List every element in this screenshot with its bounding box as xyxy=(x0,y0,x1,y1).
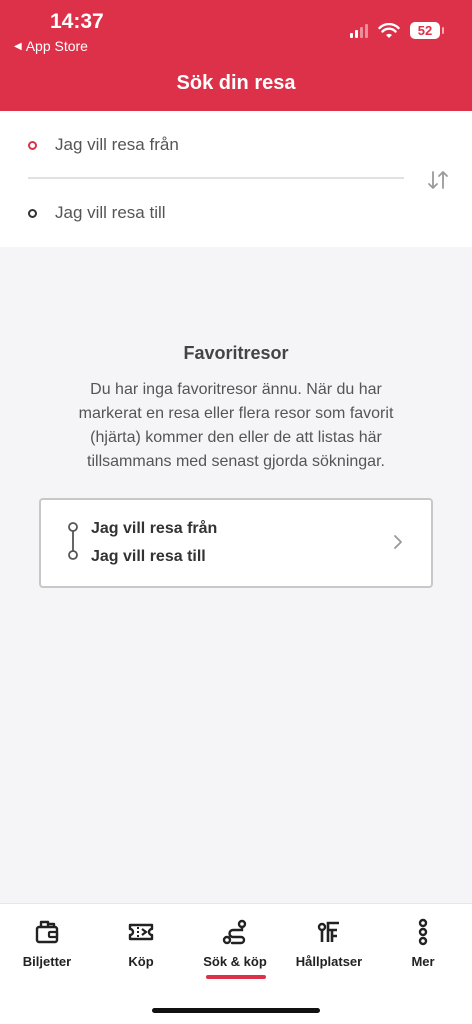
wallet-icon xyxy=(35,920,59,944)
back-arrow-icon: ◀ xyxy=(14,40,22,52)
route-line-icon xyxy=(68,522,78,560)
to-field[interactable]: Jag vill resa till xyxy=(28,203,166,223)
back-to-app-store[interactable]: ◀ App Store xyxy=(14,38,88,54)
status-indicators: 52 xyxy=(350,22,444,39)
origin-dot-icon xyxy=(28,140,37,150)
tab-bar: Biljetter Köp Sök & köp Hållplatser Mer xyxy=(0,903,472,1024)
tab-kop[interactable]: Köp xyxy=(94,918,188,969)
signal-icon xyxy=(350,23,368,38)
favorites-title: Favoritresor xyxy=(183,343,289,363)
back-app-label: App Store xyxy=(25,38,88,54)
from-placeholder: Jag vill resa från xyxy=(55,135,179,154)
from-field[interactable]: Jag vill resa från xyxy=(28,135,179,155)
tab-hallplatser[interactable]: Hållplatser xyxy=(282,918,376,969)
card-to-label: Jag vill resa till xyxy=(91,548,206,565)
favorite-route-card[interactable]: Jag vill resa från Jag vill resa till xyxy=(39,498,433,588)
tab-label-biljetter: Biljetter xyxy=(22,954,72,969)
to-placeholder: Jag vill resa till xyxy=(55,203,166,222)
route-icon xyxy=(222,919,247,945)
ticket-icon xyxy=(128,923,154,941)
stop-icon xyxy=(317,921,339,942)
tab-label-kop: Köp xyxy=(128,954,154,969)
destination-dot-icon xyxy=(28,208,37,218)
favorites-description: Du har inga favoritresor ännu. När du ha… xyxy=(78,381,394,470)
active-tab-indicator xyxy=(206,975,266,979)
wifi-icon xyxy=(378,22,400,38)
page-title: Sök din resa xyxy=(176,72,296,94)
tab-biljetter[interactable]: Biljetter xyxy=(0,918,94,969)
card-from-label: Jag vill resa från xyxy=(91,520,218,537)
tab-label-mer: Mer xyxy=(411,954,435,969)
more-icon xyxy=(418,918,428,946)
field-divider xyxy=(28,177,404,179)
home-indicator xyxy=(152,1008,320,1013)
tab-mer[interactable]: Mer xyxy=(376,918,470,969)
header: 14:37 ◀ App Store 52 Sök din resa xyxy=(0,0,472,111)
tab-sok-kop[interactable]: Sök & köp xyxy=(188,918,282,969)
status-time: 14:37 xyxy=(50,10,104,33)
battery-indicator: 52 xyxy=(410,22,444,39)
chevron-right-icon xyxy=(394,535,402,549)
swap-direction-icon[interactable] xyxy=(426,168,450,192)
search-panel: Jag vill resa från Jag vill resa till xyxy=(0,111,472,247)
tab-label-hallplatser: Hållplatser xyxy=(295,954,363,969)
tab-label-sok-kop: Sök & köp xyxy=(203,954,267,969)
